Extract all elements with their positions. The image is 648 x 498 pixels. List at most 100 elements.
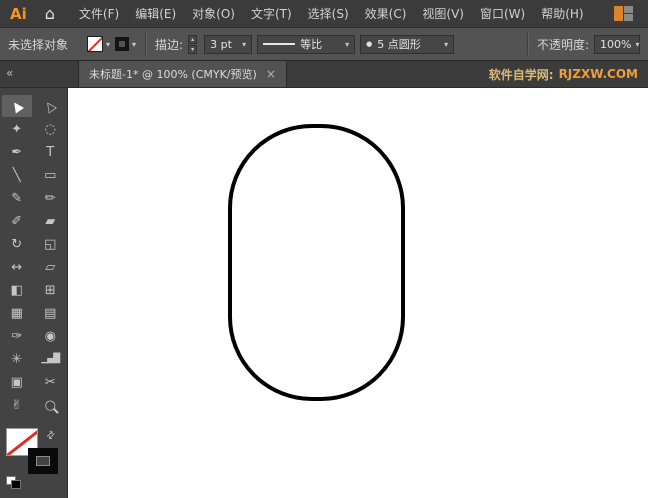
- perspective-grid-tool[interactable]: ⊞: [35, 279, 65, 301]
- document-tab[interactable]: 未标题-1* @ 100% (CMYK/预览) ×: [78, 61, 287, 87]
- menu-help[interactable]: 帮助(H): [533, 0, 591, 28]
- direct-selection-tool[interactable]: △: [35, 95, 65, 117]
- slice-tool[interactable]: ✂: [35, 371, 65, 393]
- artboard-tool-icon: ▣: [10, 374, 23, 390]
- free-transform-tool-icon: ▱: [45, 259, 56, 275]
- type-tool-icon: T: [46, 144, 55, 160]
- rotate-tool[interactable]: ↻: [2, 233, 32, 255]
- opacity-group: 不透明度: 100% ▾: [523, 33, 640, 55]
- selection-tool[interactable]: ▲: [1, 95, 32, 117]
- brush-definition-dropdown[interactable]: ● 5 点圆形 ▾: [360, 34, 455, 54]
- tab-close-icon[interactable]: ×: [266, 67, 276, 81]
- width-tool-icon: ↔: [11, 259, 23, 275]
- shape-builder-tool-icon: ◧: [10, 282, 23, 298]
- column-graph-tool-icon: ▁▄█: [41, 354, 60, 364]
- stepper-up-icon[interactable]: ▴: [188, 34, 198, 44]
- symbol-sprayer-tool[interactable]: ✳: [2, 348, 32, 370]
- menu-edit[interactable]: 编辑(E): [127, 0, 184, 28]
- perspective-grid-tool-icon: ⊞: [44, 282, 56, 298]
- fill-dropdown-arrow[interactable]: ▾: [106, 40, 110, 49]
- paintbrush-tool-icon: ✎: [11, 190, 23, 206]
- separator: [145, 33, 147, 55]
- magic-wand-tool-icon: ✦: [11, 121, 23, 137]
- profile-dropdown-arrow[interactable]: ▾: [341, 40, 349, 49]
- mesh-tool-icon: ▦: [10, 305, 23, 321]
- lasso-tool[interactable]: ◌: [35, 118, 65, 140]
- watermark-site-label: 软件自学网:: [488, 67, 554, 82]
- free-transform-tool[interactable]: ▱: [35, 256, 65, 278]
- pencil-tool-icon: ✏: [44, 190, 56, 206]
- brush-preview-dot: ●: [366, 40, 373, 48]
- eraser-tool[interactable]: ▰: [35, 210, 65, 232]
- menu-object[interactable]: 对象(O): [184, 0, 243, 28]
- artboard-canvas[interactable]: [68, 88, 648, 498]
- fill-color-swatch[interactable]: [87, 36, 104, 52]
- stroke-width-value: 3 pt: [210, 37, 232, 51]
- stepper-down-icon[interactable]: ▾: [188, 44, 198, 54]
- stroke-color-swatch[interactable]: [115, 37, 130, 51]
- menu-window[interactable]: 窗口(W): [472, 0, 533, 28]
- brush-dropdown-arrow[interactable]: ▾: [440, 40, 448, 49]
- rectangle-tool[interactable]: ▭: [35, 164, 65, 186]
- pen-tool-icon: ✒: [11, 144, 23, 160]
- eyedropper-tool-icon: ✑: [11, 328, 23, 344]
- default-fill-stroke-icon[interactable]: [6, 476, 21, 489]
- width-tool[interactable]: ↔: [2, 256, 32, 278]
- stroke-profile-preview: [263, 43, 296, 45]
- menu-select[interactable]: 选择(S): [300, 0, 357, 28]
- line-segment-tool[interactable]: ╲: [2, 164, 32, 186]
- workspace-switcher-icon[interactable]: [614, 6, 634, 21]
- paintbrush-tool[interactable]: ✎: [2, 187, 32, 209]
- stroke-dropdown-arrow[interactable]: ▾: [132, 40, 136, 49]
- artboard-tool[interactable]: ▣: [2, 371, 32, 393]
- pencil-tool[interactable]: ✏: [35, 187, 65, 209]
- scale-tool-icon: ◱: [44, 236, 57, 252]
- stroke-width-dropdown-arrow[interactable]: ▾: [238, 40, 246, 49]
- rotate-tool-icon: ↻: [11, 236, 23, 252]
- gradient-tool[interactable]: ▤: [35, 302, 65, 324]
- eyedropper-tool[interactable]: ✑: [2, 325, 32, 347]
- stroke-swatch-black[interactable]: [28, 448, 58, 474]
- stroke-width-field[interactable]: 3 pt ▾: [204, 34, 253, 54]
- menu-type[interactable]: 文字(T): [243, 0, 300, 28]
- home-icon[interactable]: ⌂: [45, 4, 55, 23]
- hand-tool-icon: ✌: [11, 397, 23, 413]
- selection-tool-icon: ▲: [8, 96, 26, 116]
- stroke-profile-label: 等比: [300, 38, 323, 51]
- pen-tool[interactable]: ✒: [2, 141, 32, 163]
- selection-status-label: 未选择对象: [8, 37, 69, 52]
- menu-effect[interactable]: 效果(C): [357, 0, 415, 28]
- menu-bar: Ai ⌂ 文件(F) 编辑(E) 对象(O) 文字(T) 选择(S) 效果(C)…: [0, 0, 648, 28]
- zoom-tool[interactable]: ○: [35, 394, 65, 416]
- watermark: 软件自学网: RJZXW.COM: [489, 61, 638, 87]
- tools-panel: ▲ △ ✦ ◌ ✒ T ╲ ▭ ✎ ✏ ✐ ▰ ↻ ◱ ↔ ▱ ◧ ⊞ ▦ ▤: [0, 88, 68, 498]
- menu-view[interactable]: 视图(V): [414, 0, 472, 28]
- direct-selection-tool-icon: △: [41, 96, 59, 116]
- blend-tool-icon: ◉: [44, 328, 56, 344]
- blob-brush-tool-icon: ✐: [11, 213, 23, 229]
- app-logo: Ai: [10, 4, 27, 23]
- menu-file[interactable]: 文件(F): [71, 0, 127, 28]
- eraser-tool-icon: ▰: [45, 213, 56, 229]
- mesh-tool[interactable]: ▦: [2, 302, 32, 324]
- stroke-width-stepper[interactable]: ▴ ▾: [188, 34, 198, 54]
- column-graph-tool[interactable]: ▁▄█: [35, 348, 65, 370]
- gradient-tool-icon: ▤: [44, 305, 57, 321]
- stroke-profile-dropdown[interactable]: 等比 ▾: [257, 34, 356, 54]
- slice-tool-icon: ✂: [44, 374, 56, 390]
- shape-builder-tool[interactable]: ◧: [2, 279, 32, 301]
- scale-tool[interactable]: ◱: [35, 233, 65, 255]
- hand-tool[interactable]: ✌: [2, 394, 32, 416]
- opacity-dropdown-arrow[interactable]: ▾: [631, 40, 639, 49]
- magic-wand-tool[interactable]: ✦: [2, 118, 32, 140]
- blend-tool[interactable]: ◉: [35, 325, 65, 347]
- illustrator-window: Ai ⌂ 文件(F) 编辑(E) 对象(O) 文字(T) 选择(S) 效果(C)…: [0, 0, 648, 498]
- stroke-width-label: 描边:: [155, 37, 184, 52]
- blob-brush-tool[interactable]: ✐: [2, 210, 32, 232]
- toolbar-collapse-icon[interactable]: «: [6, 66, 13, 80]
- rounded-rectangle-shape[interactable]: [228, 124, 405, 401]
- tools-grid: ▲ △ ✦ ◌ ✒ T ╲ ▭ ✎ ✏ ✐ ▰ ↻ ◱ ↔ ▱ ◧ ⊞ ▦ ▤: [0, 95, 67, 416]
- type-tool[interactable]: T: [35, 141, 65, 163]
- swap-fill-stroke-icon[interactable]: ⇄: [44, 429, 58, 443]
- opacity-field[interactable]: 100% ▾: [594, 34, 640, 54]
